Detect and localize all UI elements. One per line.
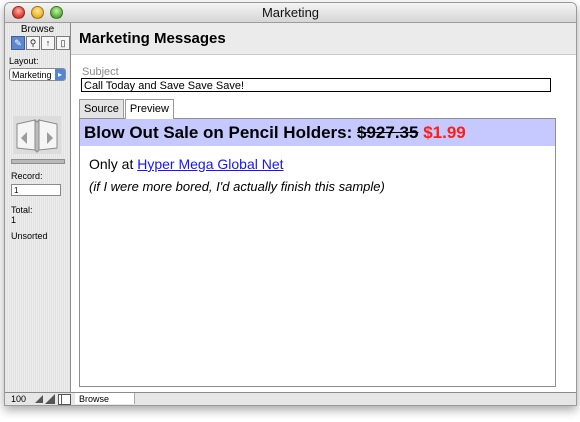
tab-preview[interactable]: Preview bbox=[124, 99, 174, 119]
subject-label: Subject bbox=[82, 66, 119, 78]
promo-link[interactable]: Hyper Mega Global Net bbox=[137, 156, 283, 172]
zoom-in-icon[interactable] bbox=[45, 394, 55, 404]
headline: Blow Out Sale on Pencil Holders: $927.35… bbox=[84, 123, 466, 143]
sort-status: Unsorted bbox=[11, 231, 48, 241]
subject-field[interactable]: Call Today and Save Save Save! bbox=[81, 78, 551, 92]
mode-popup[interactable]: Browse bbox=[75, 393, 135, 404]
status-area: Browse ✎ ⚲ ↑ ▯ Layout: Marketing ▸ Recor… bbox=[5, 23, 71, 405]
mode-label: Browse bbox=[20, 24, 55, 35]
tool-row: ✎ ⚲ ↑ ▯ bbox=[11, 36, 71, 50]
preview-panel: Blow Out Sale on Pencil Holders: $927.35… bbox=[79, 118, 556, 387]
layout-content: Marketing Messages Subject Call Today an… bbox=[71, 23, 576, 392]
bottom-bar: 100 Browse bbox=[5, 392, 576, 405]
title-bar[interactable]: Marketing bbox=[5, 3, 576, 23]
app-window: Marketing Browse ✎ ⚲ ↑ ▯ Layout: Marketi… bbox=[4, 2, 577, 406]
layout-label: Layout: bbox=[9, 56, 39, 66]
note-text: (if I were more bored, I'd actually fini… bbox=[89, 179, 385, 194]
popup-arrow-icon: ▸ bbox=[55, 69, 65, 80]
layout-popup[interactable]: Marketing ▸ bbox=[9, 68, 66, 81]
zoom-out-icon[interactable] bbox=[35, 395, 43, 403]
browse-tool-icon[interactable]: ✎ bbox=[11, 36, 25, 50]
find-tool-icon[interactable]: ⚲ bbox=[26, 36, 40, 50]
record-number-field[interactable]: 1 bbox=[11, 184, 61, 196]
record-label: Record: bbox=[11, 171, 43, 181]
headline-banner: Blow Out Sale on Pencil Holders: $927.35… bbox=[80, 119, 555, 146]
book-navigator-icon[interactable] bbox=[13, 116, 61, 154]
page-title: Marketing Messages bbox=[79, 30, 226, 47]
old-price: $927.35 bbox=[357, 123, 419, 142]
window-title: Marketing bbox=[261, 5, 320, 20]
new-price: $1.99 bbox=[423, 123, 466, 142]
layout-header: Marketing Messages bbox=[71, 23, 576, 55]
headline-text: Blow Out Sale on Pencil Holders: bbox=[84, 123, 353, 142]
preview-tool-icon[interactable]: ▯ bbox=[56, 36, 70, 50]
total-value: 1 bbox=[11, 215, 17, 225]
status-area-toggle-icon[interactable] bbox=[58, 394, 71, 405]
tab-bar: Source Preview bbox=[79, 99, 175, 119]
total-label: Total: bbox=[11, 205, 33, 215]
promo-line: Only at Hyper Mega Global Net bbox=[89, 156, 284, 172]
tab-source[interactable]: Source bbox=[79, 99, 124, 118]
layout-value: Marketing bbox=[12, 70, 52, 80]
promo-prefix: Only at bbox=[89, 156, 134, 172]
zoom-percent[interactable]: 100 bbox=[11, 393, 26, 405]
sort-tool-icon[interactable]: ↑ bbox=[41, 36, 55, 50]
record-slider[interactable] bbox=[11, 159, 65, 164]
